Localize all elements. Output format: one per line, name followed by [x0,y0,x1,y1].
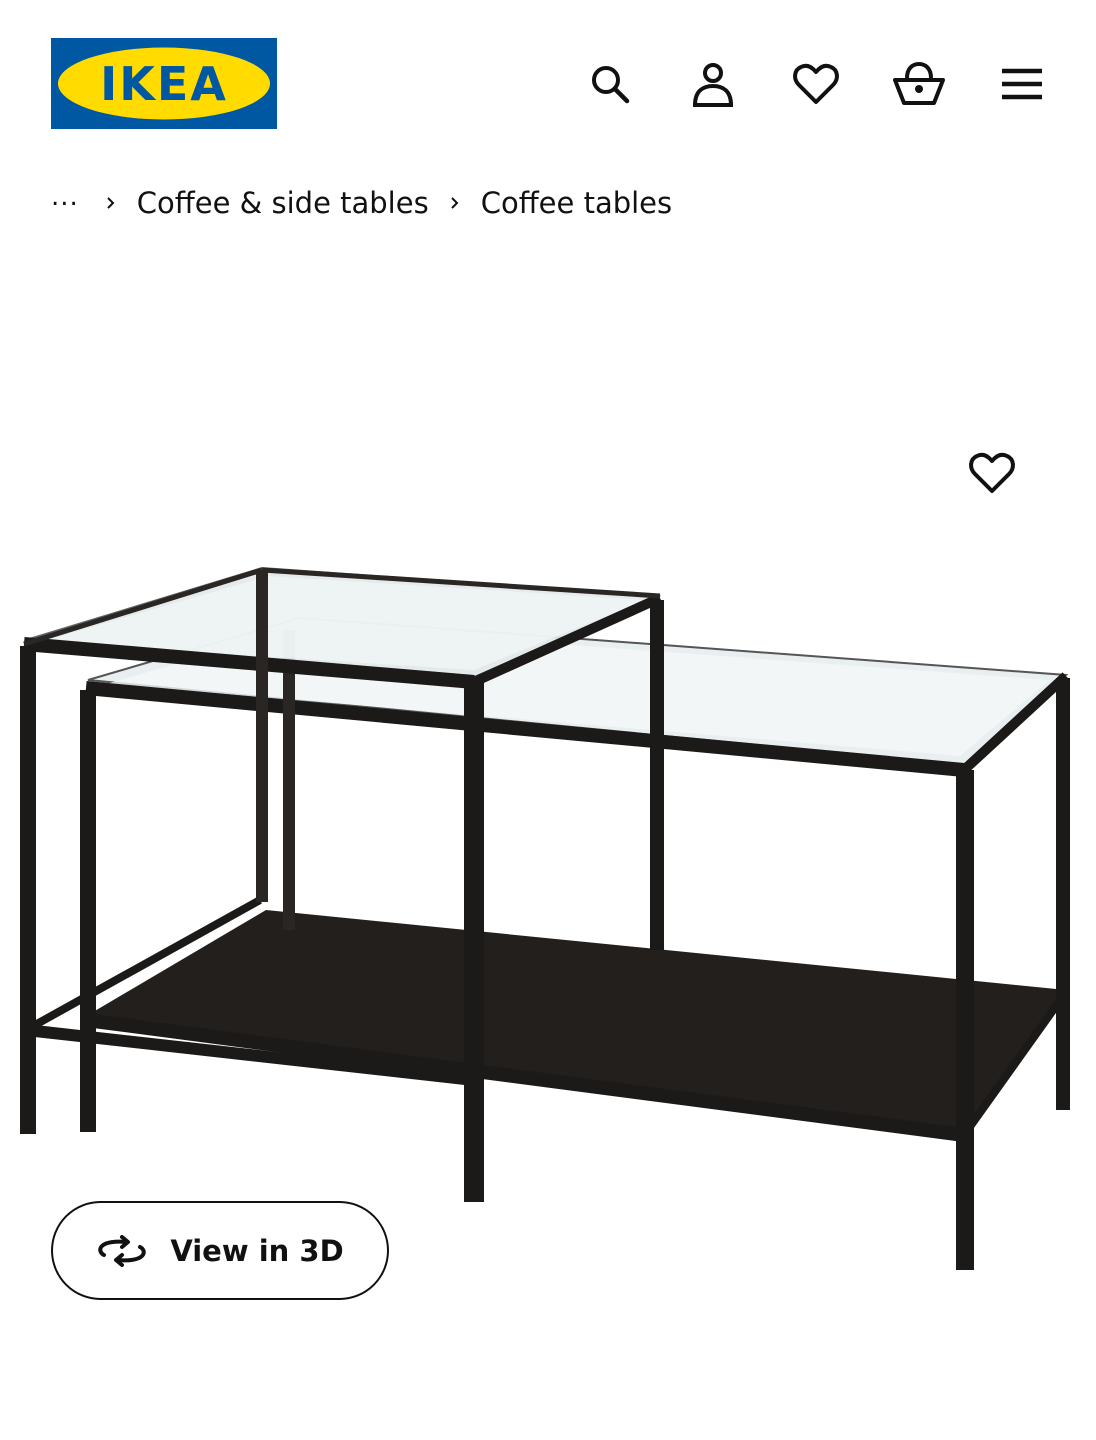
menu-button[interactable] [994,58,1050,110]
product-image [20,566,1070,1270]
add-to-favourites-button[interactable] [962,448,1022,498]
basket-icon [893,61,945,105]
search-icon [592,66,630,104]
account-icon [693,63,733,107]
large-table [80,616,1070,1270]
view-in-3d-button[interactable]: View in 3D [51,1201,389,1300]
account-button[interactable] [685,58,741,110]
favourites-button[interactable] [788,58,844,110]
basket-button[interactable] [891,58,947,110]
breadcrumb: ... Coffee & side tables Coffee tables [51,182,672,224]
search-button[interactable] [582,58,638,110]
breadcrumb-coffee-side-tables[interactable]: Coffee & side tables [137,186,429,220]
header-actions [582,58,1050,110]
ikea-logo-mark: IKEA [51,38,277,129]
view-in-3d-label: View in 3D [170,1233,344,1268]
breadcrumb-ellipsis[interactable]: ... [51,182,79,212]
rotate-icon [98,1234,147,1267]
breadcrumb-coffee-tables[interactable]: Coffee tables [481,186,672,220]
logo-text: IKEA [100,57,228,111]
chevron-right-icon [449,197,461,209]
heart-outline-icon [969,452,1015,493]
ikea-logo[interactable]: IKEA [51,38,277,129]
menu-icon [1002,68,1042,100]
site-header: IKEA [0,0,1096,170]
heart-icon [793,63,839,104]
chevron-right-icon [105,197,117,209]
